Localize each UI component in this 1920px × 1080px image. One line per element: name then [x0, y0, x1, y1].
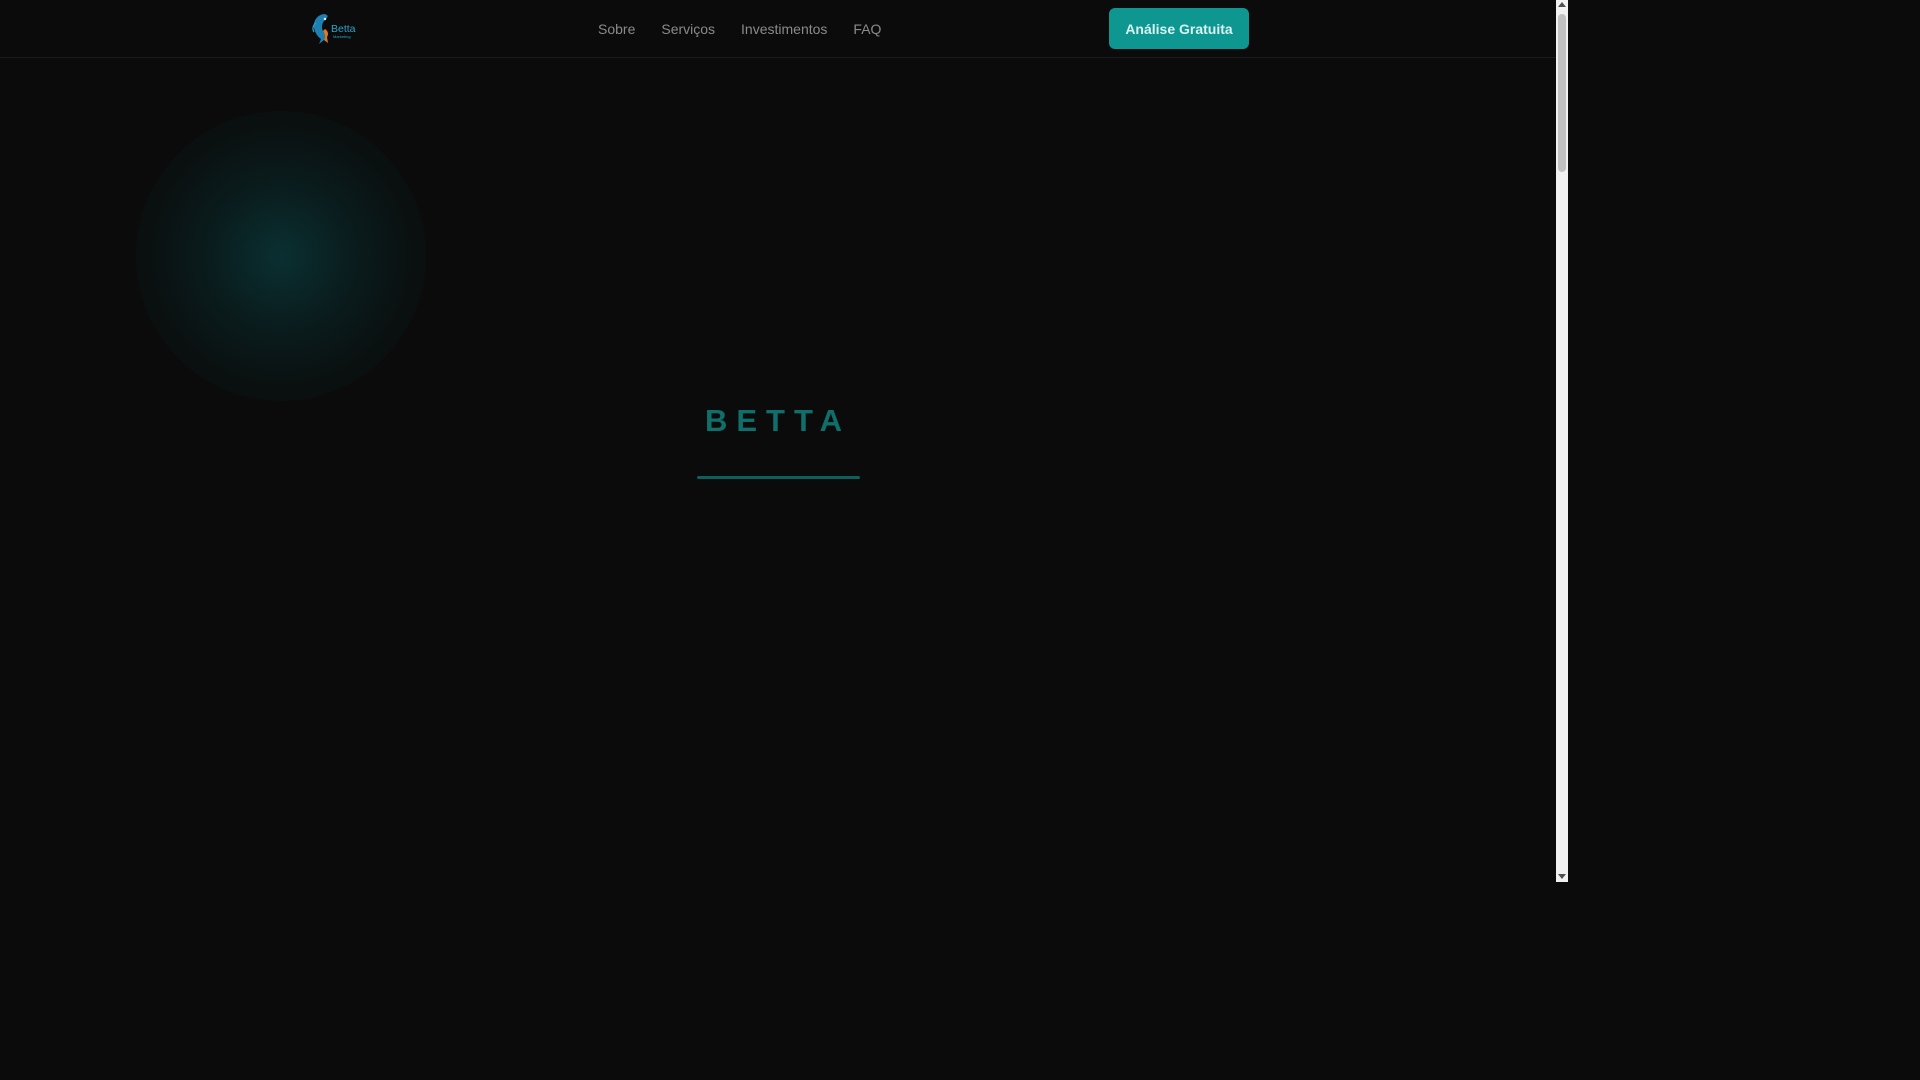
nav-link-investimentos[interactable]: Investimentos [741, 21, 827, 37]
hero-brand-title: BETTA [704, 403, 852, 438]
nav-link-faq[interactable]: FAQ [853, 21, 881, 37]
site-header: Betta Marketing Sobre Serviços Investime… [0, 0, 1556, 58]
vertical-scrollbar[interactable] [1556, 0, 1568, 882]
brand-underline [697, 476, 860, 479]
free-analysis-button[interactable]: Análise Gratuita [1109, 8, 1249, 49]
scroll-up-icon[interactable] [1558, 2, 1566, 7]
logo[interactable]: Betta Marketing [310, 11, 358, 45]
page: Betta Marketing Sobre Serviços Investime… [0, 0, 1556, 882]
scroll-down-icon[interactable] [1558, 874, 1566, 879]
logo-text: Betta [331, 23, 356, 35]
decorative-glow [136, 111, 426, 401]
nav-link-servicos[interactable]: Serviços [661, 21, 715, 37]
logo-subtext: Marketing [333, 34, 351, 39]
main-nav: Sobre Serviços Investimentos FAQ [598, 0, 881, 57]
nav-link-sobre[interactable]: Sobre [598, 21, 635, 37]
scrollbar-thumb[interactable] [1558, 14, 1566, 172]
